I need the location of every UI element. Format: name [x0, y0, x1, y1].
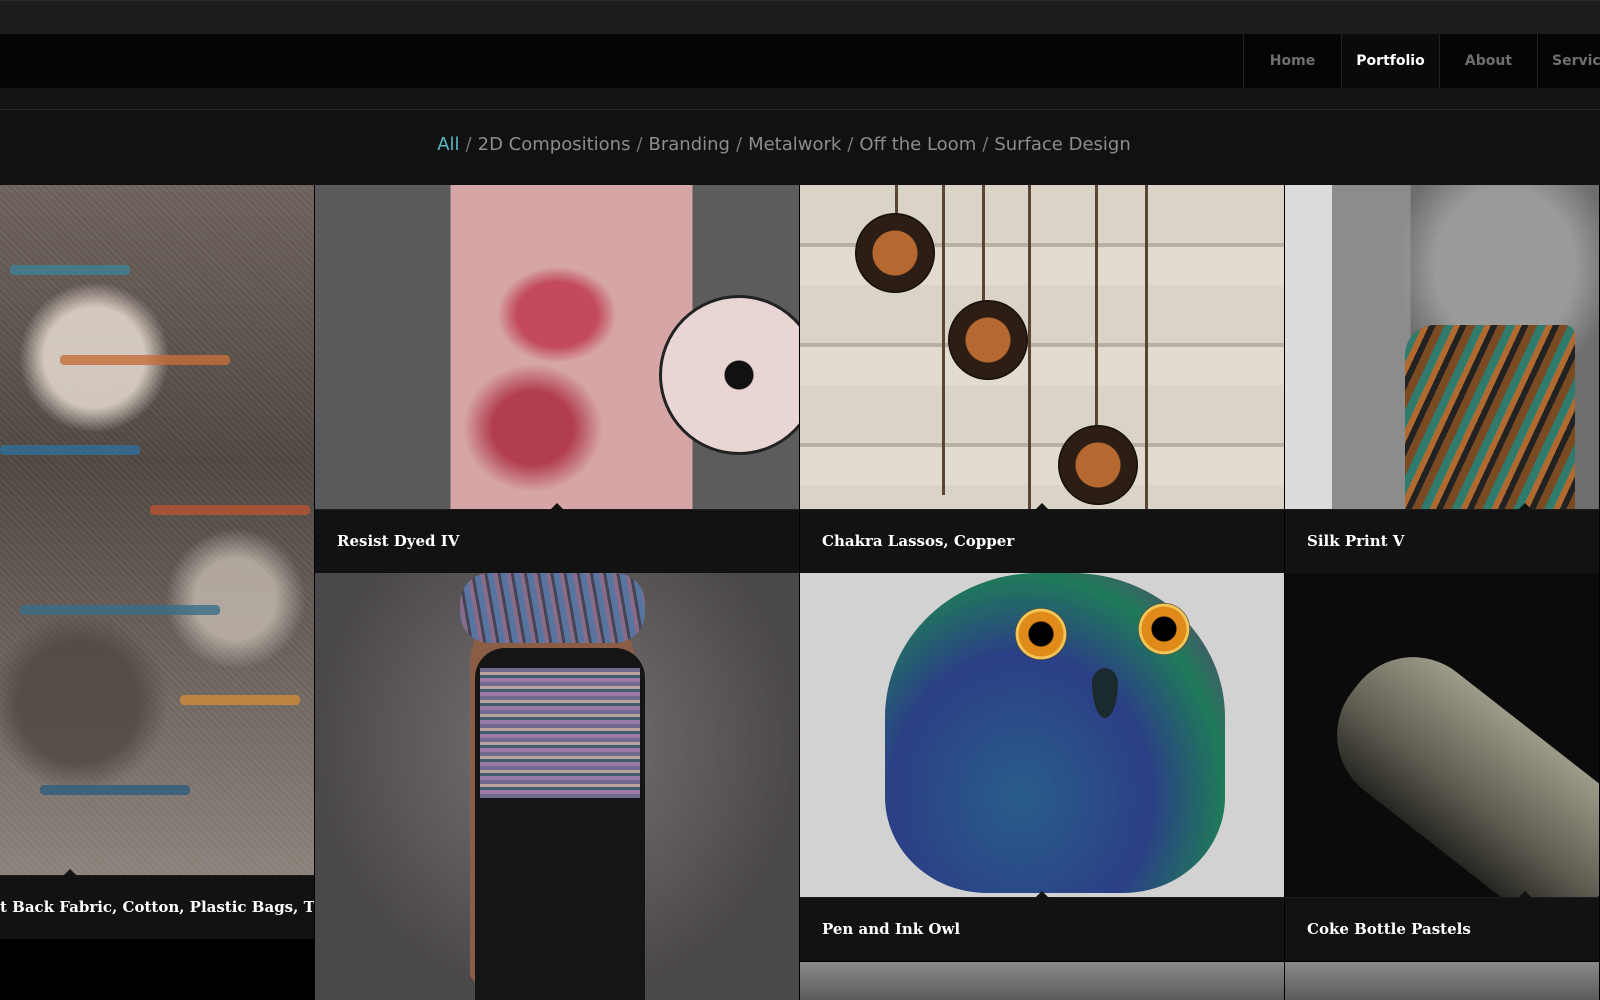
owl-eye-shape: [1015, 608, 1067, 660]
nav-services[interactable]: Servic: [1537, 34, 1600, 88]
portfolio-title: Coke Bottle Pastels: [1307, 920, 1471, 938]
portfolio-caption: Chakra Lassos, Copper: [800, 503, 1284, 573]
portfolio-filter-bar: All/2D Compositions / Branding / Metalwork / O…: [0, 110, 1600, 185]
filter-metalwork[interactable]: Metalwork: [748, 134, 841, 155]
caption-pointer: [550, 503, 564, 510]
portfolio-caption: Pen and Ink Owl: [800, 891, 1284, 961]
portfolio-item-partial[interactable]: [1285, 962, 1600, 1000]
portfolio-item[interactable]: Chakra Lassos, Copper: [800, 185, 1285, 573]
portfolio-title: t Back Fabric, Cotton, Plastic Bags, TC1: [0, 898, 315, 916]
portfolio-item[interactable]: Coke Bottle Pastels: [1285, 573, 1600, 962]
filter-separator: /: [636, 134, 643, 155]
nav-portfolio[interactable]: Portfolio: [1341, 34, 1439, 88]
dreamcatcher-shape: [659, 295, 799, 455]
filter-surface-design[interactable]: Surface Design: [994, 134, 1130, 155]
filter-list: All/2D Compositions / Branding / Metalwork / O…: [0, 134, 1600, 155]
filter-separator: /: [465, 134, 472, 155]
portfolio-caption: Silk Print V: [1285, 503, 1599, 573]
caption-pointer: [1035, 503, 1049, 510]
filter-all[interactable]: All: [437, 134, 459, 155]
filter-2d-compositions[interactable]: 2D Compositions: [478, 134, 631, 155]
portfolio-caption: t Back Fabric, Cotton, Plastic Bags, TC1: [0, 869, 315, 939]
browser-top-strip: [0, 0, 1600, 34]
portfolio-item[interactable]: Silk Print V: [1285, 185, 1600, 573]
nav-home[interactable]: Home: [1243, 34, 1341, 88]
tie-dye-dress-image: [315, 185, 799, 509]
owl-eye-shape: [1138, 603, 1190, 655]
owl-drawing-image: [800, 573, 1284, 897]
woven-fabric-image: [0, 185, 314, 875]
woven-top-dress-image: [315, 573, 799, 1000]
woven-bodice-shape: [480, 668, 640, 798]
caption-pointer: [1518, 891, 1532, 898]
filter-separator: /: [735, 134, 743, 155]
copper-pendants-image: [800, 185, 1284, 509]
portfolio-title: Chakra Lassos, Copper: [822, 532, 1015, 550]
filter-branding[interactable]: Branding: [649, 134, 730, 155]
scarf-shape: [1405, 325, 1575, 515]
portfolio-item[interactable]: Resist Dyed IV: [315, 185, 800, 573]
portfolio-item-partial[interactable]: [800, 962, 1285, 1000]
portfolio-item[interactable]: Pen and Ink Owl: [800, 573, 1285, 962]
site-header: Home Portfolio About Servic: [0, 34, 1600, 88]
caption-pointer: [1518, 503, 1532, 510]
portfolio-caption: Resist Dyed IV: [315, 503, 799, 573]
portfolio-caption: Coke Bottle Pastels: [1285, 891, 1599, 961]
portfolio-title: Resist Dyed IV: [337, 532, 460, 550]
caption-pointer: [1035, 891, 1049, 898]
filter-separator: /: [982, 134, 989, 155]
main-nav: Home Portfolio About Servic: [1243, 34, 1600, 88]
filter-separator: /: [847, 134, 854, 155]
nav-about[interactable]: About: [1439, 34, 1537, 88]
caption-pointer: [63, 869, 77, 876]
filter-off-the-loom[interactable]: Off the Loom: [859, 134, 976, 155]
silk-scarf-portrait-image: [1285, 185, 1599, 515]
header-divider: [0, 88, 1600, 110]
coke-bottle-pastel-image: [1285, 573, 1599, 945]
portfolio-item[interactable]: t Back Fabric, Cotton, Plastic Bags, TC1: [0, 185, 315, 962]
portfolio-title: Pen and Ink Owl: [822, 920, 961, 938]
portfolio-item[interactable]: [315, 573, 800, 1000]
scarf-shape: [460, 573, 645, 643]
portfolio-title: Silk Print V: [1307, 532, 1405, 550]
